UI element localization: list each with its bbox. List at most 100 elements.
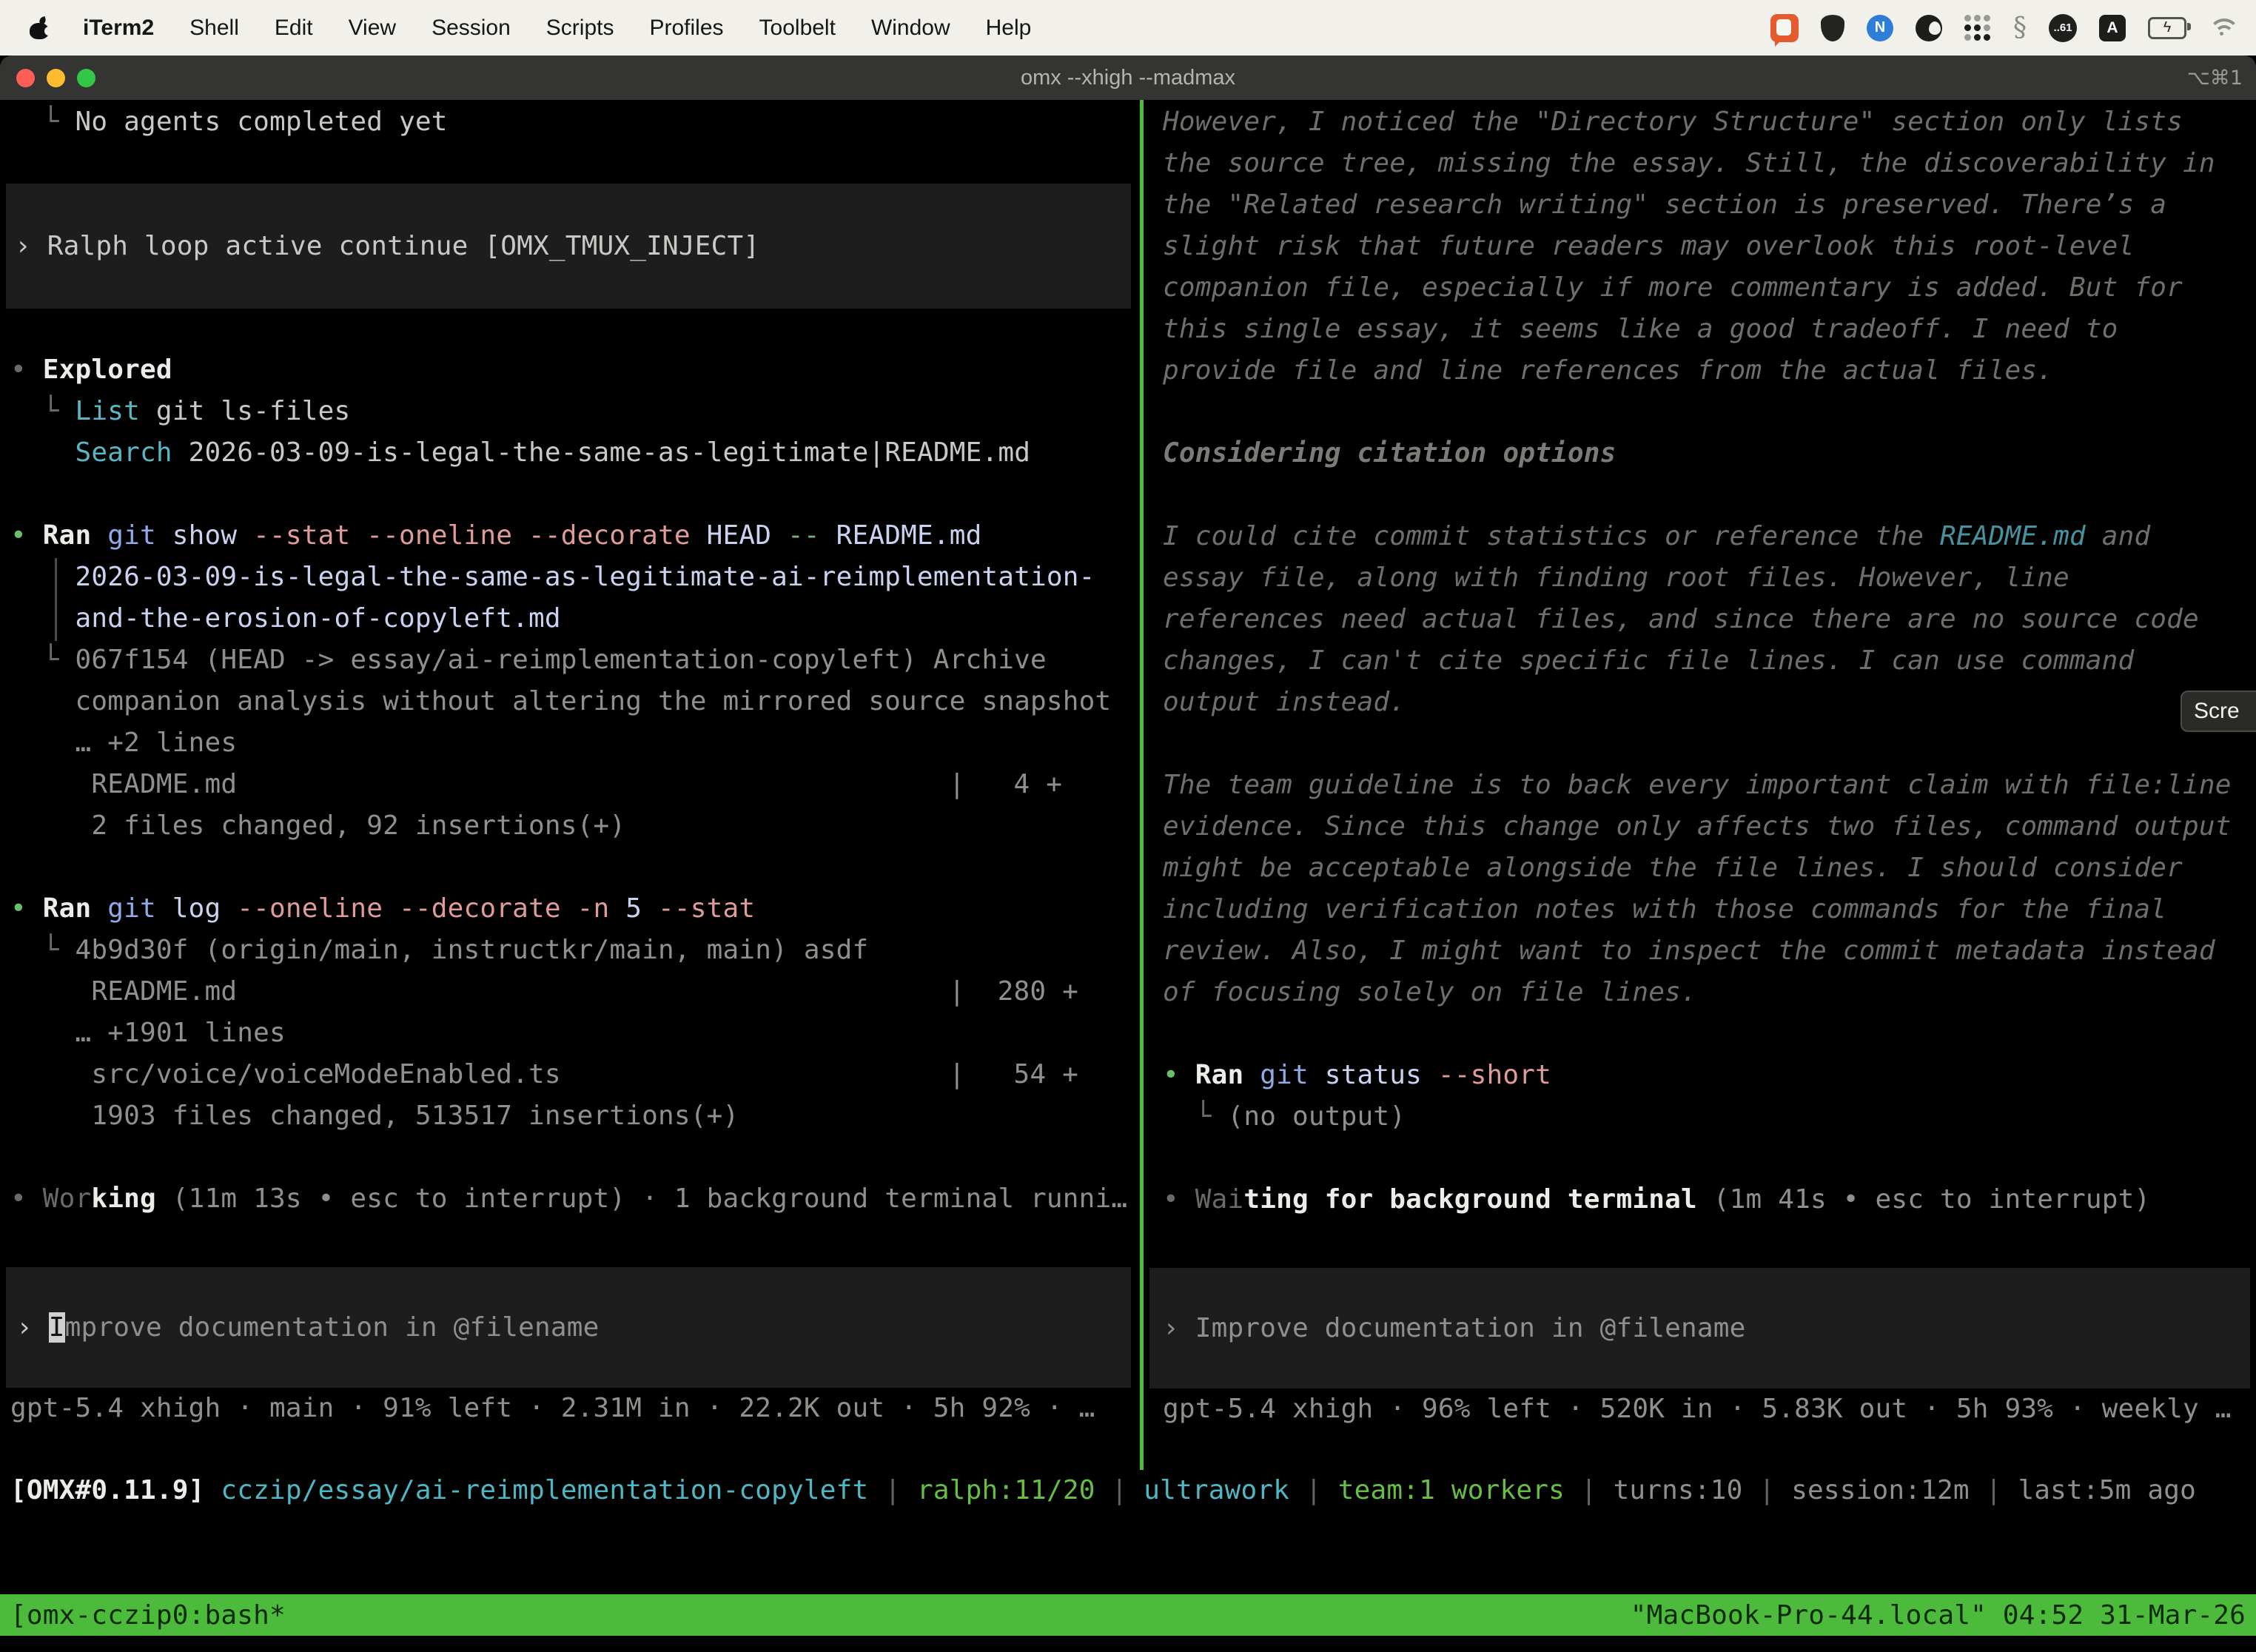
terminal-line: slight risk that future readers may over… [1163,226,2256,267]
tmux-host-clock: "MacBook-Pro-44.local" 04:52 31-Mar-26 [1631,1600,2246,1631]
badge-61-icon[interactable]: ..61 [2049,14,2077,42]
git-status-section: • Ran git status --short └ (no output) [1163,1055,2256,1138]
terminal-line: Search 2026-03-09-is-legal-the-same-as-l… [10,432,1140,474]
terminal-line: review. Also, I might want to inspect th… [1163,930,2256,972]
terminal-line: evidence. Since this change only affects… [1163,806,2256,847]
terminal-line: including verification notes with those … [1163,889,2256,930]
explored-section: • Explored └ List git ls-files Search 20… [10,349,1140,474]
terminal-line: of focusing solely on file lines. [1163,972,2256,1013]
terminal-line: › Improve documentation in @filename [1163,1308,2250,1349]
iterm-window: omx --xhigh --madmax ⌥⌘1 └ No agents com… [0,56,2256,1652]
thinking-paragraph-2: I could cite commit statistics or refere… [1163,516,2256,723]
terminal-line: Considering citation options [1163,433,2256,474]
terminal-line: [OMX#0.11.9] cczip/essay/ai-reimplementa… [10,1470,2256,1511]
terminal-line: › Improve documentation in @filename [16,1307,1131,1349]
window-shortcut-hint: ⌥⌘1 [2187,67,2243,90]
terminal-line: README.md| 4 + [10,764,1140,805]
terminal-line: src/voice/voiceModeEnabled.ts| 54 + [10,1054,1140,1095]
dots-grid-icon[interactable] [1964,15,1991,41]
terminal-line: └ No agents completed yet [10,101,1140,143]
prompt-input-box[interactable]: › Improve documentation in @filename [1149,1268,2250,1389]
terminal-line: └ 067f154 (HEAD -> essay/ai-reimplementa… [10,639,1140,681]
right-terminal-pane[interactable]: However, I noticed the "Directory Struct… [1144,100,2256,1470]
thinking-paragraph-1: However, I noticed the "Directory Struct… [1163,101,2256,392]
shield-icon[interactable] [1821,15,1844,41]
spacer [0,1511,2256,1594]
terminal-line: 2026-03-09-is-legal-the-same-as-legitima… [10,557,1140,598]
terminal-line: provide file and line references from th… [1163,350,2256,392]
terminal-line: I could cite commit statistics or refere… [1163,516,2256,557]
working-status-line: • Working (11m 13s • esc to interrupt) ·… [10,1178,1140,1220]
tree-guide-line [55,558,57,641]
contrast-icon[interactable] [1916,15,1942,41]
no-agents-line: └ No agents completed yet [10,101,1140,143]
terminal-line: • Explored [10,349,1140,391]
terminal-line: gpt-5.4 xhigh · main · 91% left · 2.31M … [10,1388,1140,1429]
terminal-line: README.md| 280 + [10,971,1140,1013]
menu-item-scripts[interactable]: Scripts [546,16,614,41]
menu-item-toolbelt[interactable]: Toolbelt [759,16,836,41]
terminal-line: might be acceptable alongside the file l… [1163,847,2256,889]
terminal-line: the "Related research writing" section i… [1163,184,2256,226]
section-icon[interactable]: § [2013,13,2027,43]
tmux-panes: └ No agents completed yet › Ralph loop a… [0,100,2256,1470]
git-show-section: • Ran git show --stat --oneline --decora… [10,515,1140,847]
menu-item-profiles[interactable]: Profiles [649,16,723,41]
nav-badge-icon[interactable]: N [1867,15,1893,41]
window-title-bar[interactable]: omx --xhigh --madmax ⌥⌘1 [0,56,2256,100]
screenshot-tooltip-label: Scre [2194,699,2240,724]
terminal-line: … +1901 lines [10,1013,1140,1054]
terminal-line: However, I noticed the "Directory Struct… [1163,101,2256,143]
menu-status-icons: N § ..61 A ϟ [1770,13,2238,43]
macos-menu-bar: iTerm2 Shell Edit View Session Scripts Profile… [0,0,2256,56]
menu-item-edit[interactable]: Edit [275,16,313,41]
git-log-section: • Ran git log --oneline --decorate -n 5 … [10,888,1140,1137]
terminal-line: └ (no output) [1163,1096,2256,1138]
terminal-line: companion file, especially if more comme… [1163,267,2256,309]
terminal-line: └ 4b9d30f (origin/main, instructkr/main,… [10,930,1140,971]
menu-items: iTerm2 Shell Edit View Session Scripts Profile… [83,16,1031,41]
terminal-line: • Ran git log --oneline --decorate -n 5 … [10,888,1140,930]
menu-item-view[interactable]: View [349,16,396,41]
menu-item-window[interactable]: Window [871,16,950,41]
battery-icon[interactable]: ϟ [2148,17,2186,39]
terminal-line: • Ran git show --stat --oneline --decora… [10,515,1140,557]
prompt-input-box[interactable]: › Improve documentation in @filename [6,1267,1131,1388]
apple-menu-icon[interactable] [30,19,49,38]
injected-prompt-box: › Ralph loop active continue [OMX_TMUX_I… [6,184,1131,309]
tmux-session-label[interactable]: [omx-cczip0:bash* [10,1600,286,1631]
terminal-line: … +2 lines [10,722,1140,764]
menu-item-iterm2[interactable]: iTerm2 [83,16,154,41]
terminal-line: • Waiting for background terminal (1m 41… [1163,1179,2256,1220]
window-bottom-edge [0,1636,2256,1652]
thinking-heading: Considering citation options [1163,433,2256,474]
waiting-status-line: • Waiting for background terminal (1m 41… [1163,1179,2256,1220]
left-terminal-pane[interactable]: └ No agents completed yet › Ralph loop a… [0,100,1140,1470]
terminal-line: 1903 files changed, 513517 insertions(+) [10,1095,1140,1137]
terminal-line: output instead. [1163,682,2256,723]
terminal-line: › Ralph loop active continue [OMX_TMUX_I… [15,226,1131,267]
terminal-line: references need actual files, and since … [1163,599,2256,640]
screenshot-tooltip[interactable]: Scre [2181,691,2256,732]
terminal-line: the source tree, missing the essay. Stil… [1163,143,2256,184]
menu-item-help[interactable]: Help [986,16,1032,41]
terminal-line: and-the-erosion-of-copyleft.md [10,598,1140,639]
thinking-paragraph-3: The team guideline is to back every impo… [1163,765,2256,1013]
terminal-line: The team guideline is to back every impo… [1163,765,2256,806]
tmux-status-bar: [omx-cczip0:bash* "MacBook-Pro-44.local"… [0,1594,2256,1636]
terminal-line: • Ran git status --short [1163,1055,2256,1096]
menu-item-shell[interactable]: Shell [189,16,239,41]
terminal-line: companion analysis without altering the … [10,681,1140,722]
session-status-line: gpt-5.4 xhigh · 96% left · 520K in · 5.8… [1163,1389,2256,1430]
keyboard-layout-icon[interactable]: A [2099,15,2126,41]
omx-status-line: [OMX#0.11.9] cczip/essay/ai-reimplementa… [0,1470,2256,1511]
menu-item-session[interactable]: Session [432,16,511,41]
terminal-line: 2 files changed, 92 insertions(+) [10,805,1140,847]
terminal-line: changes, I can't cite specific file line… [1163,640,2256,682]
screen-share-icon[interactable] [1770,14,1799,42]
terminal-line: gpt-5.4 xhigh · 96% left · 520K in · 5.8… [1163,1389,2256,1430]
wifi-icon[interactable] [2209,17,2238,39]
terminal-line: this single essay, it seems like a good … [1163,309,2256,350]
terminal-line: • Working (11m 13s • esc to interrupt) ·… [10,1178,1140,1220]
terminal-line: └ List git ls-files [10,391,1140,432]
